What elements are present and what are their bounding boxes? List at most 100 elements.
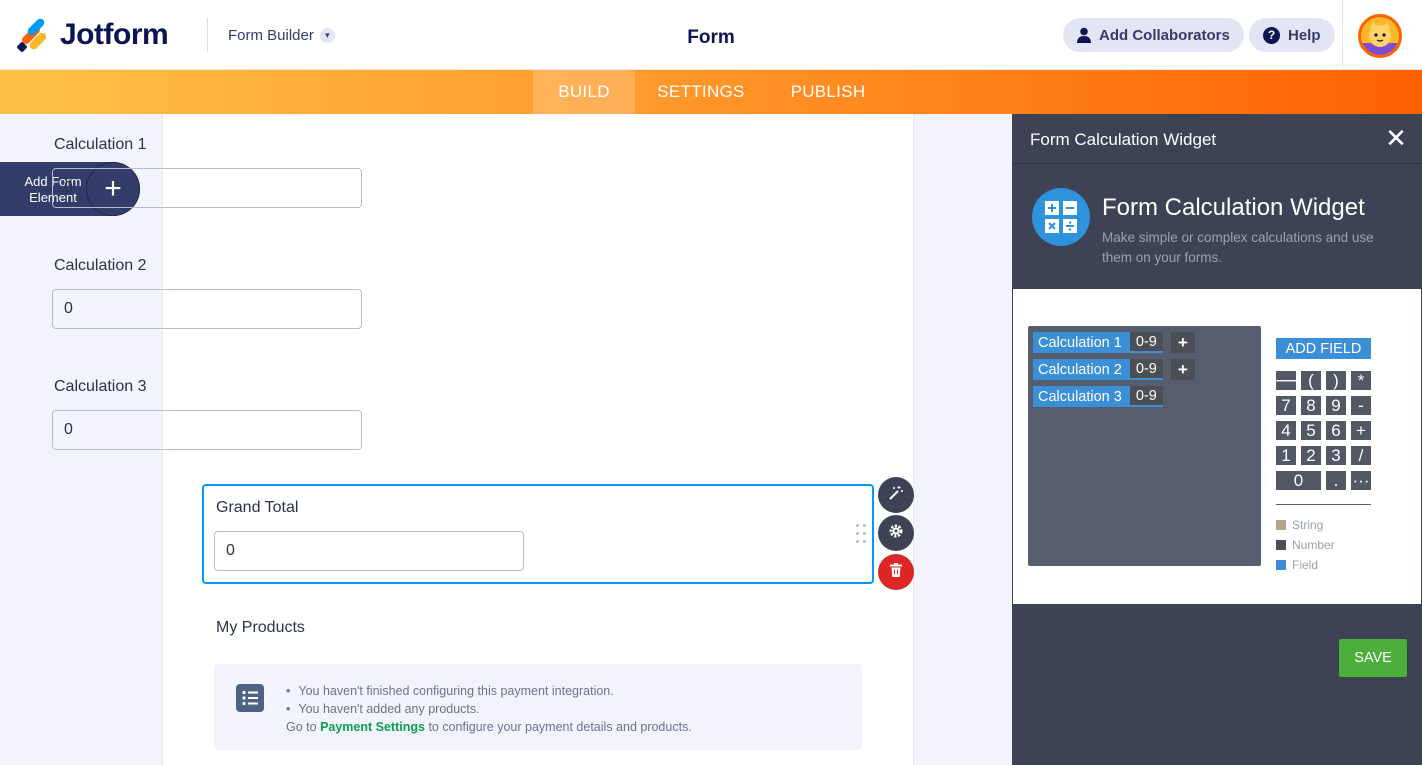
add-collaborators-label: Add Collaborators xyxy=(1099,26,1230,44)
legend-string: String xyxy=(1276,518,1323,532)
expression-chip: Calculation 3 0-9 xyxy=(1033,386,1163,407)
field-input[interactable]: 0 xyxy=(52,168,362,208)
tab-build[interactable]: BUILD xyxy=(533,70,635,114)
tab-publish[interactable]: PUBLISH xyxy=(772,70,884,114)
expression-area[interactable]: Calculation 1 0-9 + Calculation 2 0-9 + … xyxy=(1028,326,1261,566)
field-input[interactable]: 0 xyxy=(52,289,362,329)
close-icon[interactable]: ✕ xyxy=(1382,124,1410,152)
chevron-down-icon: ▾ xyxy=(319,28,335,43)
chip-type[interactable]: 0-9 xyxy=(1129,359,1163,380)
legend-field: Field xyxy=(1276,558,1318,572)
magic-wand-icon xyxy=(888,485,904,506)
form-field-grand-total[interactable]: Grand Total 0 xyxy=(202,484,874,584)
notice-item: You haven't finished configuring this pa… xyxy=(286,682,613,700)
operator-plus[interactable]: + xyxy=(1170,332,1195,353)
legend-label: Field xyxy=(1292,558,1319,572)
logo-text: Jotform xyxy=(60,18,169,51)
user-icon xyxy=(1077,27,1091,43)
form-field-calculation-2[interactable]: Calculation 2 0 xyxy=(40,243,712,343)
keypad-key[interactable]: ( xyxy=(1301,371,1321,390)
widget-info: Form Calculation Widget Make simple or c… xyxy=(1032,188,1412,288)
field-label[interactable]: Calculation 2 xyxy=(54,257,147,275)
products-label[interactable]: My Products xyxy=(216,619,305,637)
legend-number: Number xyxy=(1276,538,1335,552)
keypad-key[interactable]: 8 xyxy=(1301,396,1321,415)
chip-field-name[interactable]: Calculation 1 xyxy=(1033,332,1130,353)
save-button[interactable]: SAVE xyxy=(1339,639,1407,677)
keypad-key[interactable]: 2 xyxy=(1301,446,1321,465)
legend-divider xyxy=(1276,504,1371,505)
field-input[interactable]: 0 xyxy=(52,410,362,450)
chip-type[interactable]: 0-9 xyxy=(1129,332,1163,353)
payment-settings-link[interactable]: Payment Settings xyxy=(320,720,425,734)
add-field-button[interactable]: ADD FIELD xyxy=(1276,338,1371,359)
keypad-key[interactable]: 3 xyxy=(1326,446,1346,465)
keypad-key[interactable]: ··· xyxy=(1351,471,1371,490)
form-builder-dropdown[interactable]: Form Builder ▾ xyxy=(228,27,335,44)
jotform-logo[interactable]: Jotform xyxy=(16,17,169,53)
legend-label: String xyxy=(1292,518,1324,532)
form-builder-label: Form Builder xyxy=(228,27,314,44)
keypad-key[interactable]: 5 xyxy=(1301,421,1321,440)
keypad-key[interactable]: 7 xyxy=(1276,396,1296,415)
tab-settings[interactable]: SETTINGS xyxy=(640,70,762,114)
keypad-key[interactable]: 6 xyxy=(1326,421,1346,440)
panel-header: Form Calculation Widget ✕ xyxy=(1012,114,1422,164)
avatar[interactable] xyxy=(1358,14,1402,58)
operator-plus[interactable]: + xyxy=(1170,359,1195,380)
checklist-icon xyxy=(236,684,264,712)
chip-field-name[interactable]: Calculation 3 xyxy=(1033,386,1130,407)
notice-item: You haven't added any products. xyxy=(286,700,614,718)
widget-title: Form Calculation Widget xyxy=(1102,194,1365,221)
field-label[interactable]: Calculation 1 xyxy=(54,136,147,154)
calculation-editor: Calculation 1 0-9 + Calculation 2 0-9 + … xyxy=(1013,289,1421,604)
field-settings-button[interactable] xyxy=(878,515,914,551)
keypad-key[interactable]: . xyxy=(1326,471,1346,490)
payment-notice: You haven't finished configuring this pa… xyxy=(214,664,862,750)
legend-swatch xyxy=(1276,560,1286,570)
drag-handle-icon[interactable] xyxy=(856,524,868,546)
legend-swatch xyxy=(1276,520,1286,530)
expression-chip: Calculation 1 0-9 + xyxy=(1033,332,1195,353)
notice-list: You haven't finished configuring this pa… xyxy=(286,682,614,718)
builder-nav: BUILD SETTINGS PUBLISH xyxy=(0,70,1422,114)
chip-type[interactable]: 0-9 xyxy=(1129,386,1163,407)
goto-prefix: Go to xyxy=(286,720,317,734)
header-divider-right xyxy=(1342,0,1343,70)
help-button[interactable]: ? Help xyxy=(1249,18,1335,52)
keypad-key[interactable]: 9 xyxy=(1326,396,1346,415)
expression-chip: Calculation 2 0-9 + xyxy=(1033,359,1195,380)
chip-field-name[interactable]: Calculation 2 xyxy=(1033,359,1130,380)
widget-description: Make simple or complex calculations and … xyxy=(1102,230,1374,265)
field-input[interactable]: 0 xyxy=(214,531,524,571)
delete-field-button[interactable] xyxy=(878,554,914,590)
field-label[interactable]: Grand Total xyxy=(216,499,298,517)
trash-icon xyxy=(890,562,902,582)
legend-swatch xyxy=(1276,540,1286,550)
add-collaborators-button[interactable]: Add Collaborators xyxy=(1063,18,1244,52)
goto-suffix: to configure your payment details and pr… xyxy=(428,720,692,734)
form-field-calculation-3[interactable]: Calculation 3 0 xyxy=(40,364,712,464)
keypad-key[interactable]: - xyxy=(1351,396,1371,415)
keypad-key[interactable]: + xyxy=(1351,421,1371,440)
keypad-key[interactable]: 0 xyxy=(1276,471,1321,490)
keypad-key[interactable]: ) xyxy=(1326,371,1346,390)
wand-button[interactable] xyxy=(878,477,914,513)
keypad-key[interactable]: 1 xyxy=(1276,446,1296,465)
top-bar: Jotform Form Builder ▾ Form Add Collabor… xyxy=(0,0,1422,70)
jotform-logo-icon xyxy=(16,17,50,53)
form-field-calculation-1[interactable]: Calculation 1 0 xyxy=(40,122,712,222)
keypad-key[interactable]: 🡐 xyxy=(1263,371,1309,390)
gear-icon xyxy=(888,523,904,544)
help-label: Help xyxy=(1288,26,1321,44)
help-icon: ? xyxy=(1263,26,1280,44)
field-label[interactable]: Calculation 3 xyxy=(54,378,147,396)
keypad-key[interactable]: 4 xyxy=(1276,421,1296,440)
calculator-icon xyxy=(1032,188,1090,246)
notice-goto: Go to Payment Settings to configure your… xyxy=(286,720,692,734)
keypad-key[interactable]: / xyxy=(1351,446,1371,465)
keypad-key[interactable]: * xyxy=(1351,371,1371,390)
legend-label: Number xyxy=(1292,538,1335,552)
panel-title: Form Calculation Widget xyxy=(1030,130,1217,149)
header-divider xyxy=(207,18,208,52)
